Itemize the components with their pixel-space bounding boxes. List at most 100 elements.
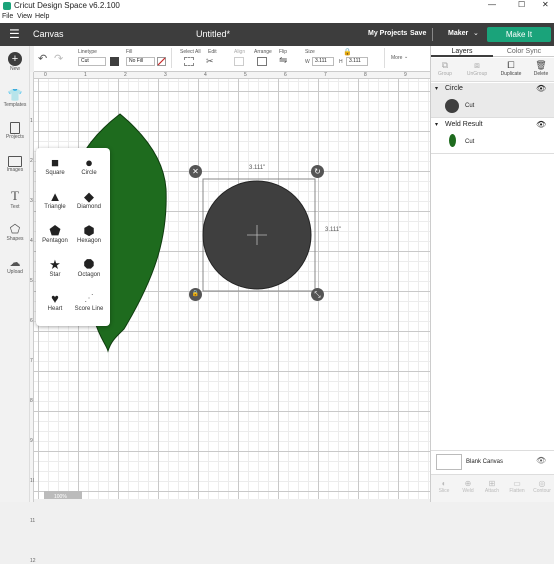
triangle-icon: ▲ [48, 189, 62, 204]
my-projects-link[interactable]: My Projects [368, 30, 407, 37]
height-input[interactable]: 3.111 [346, 57, 368, 66]
blank-canvas-swatch [436, 454, 462, 470]
sidebar-item-projects[interactable]: Projects [0, 122, 30, 140]
ungroup-icon: ⧈ [474, 60, 480, 70]
slice-button[interactable]: ◐ Slice [433, 479, 455, 494]
sidebar-item-new[interactable]: + New [0, 52, 30, 72]
resize-handle-icon[interactable]: ⤡ [311, 288, 324, 301]
width-label: W [305, 59, 310, 65]
collapse-icon[interactable]: ▾ [435, 85, 438, 92]
octagon-icon: ⯃ [83, 257, 95, 272]
layer-item[interactable]: ▾ Weld Result 👁 Cut [431, 119, 554, 154]
shape-hexagon[interactable]: ⬢ Hexagon [72, 224, 106, 245]
menu-file[interactable]: File [2, 13, 13, 20]
tab-layers[interactable]: Layers [431, 46, 493, 57]
shape-square[interactable]: ■ Square [38, 156, 72, 177]
select-all-icon[interactable] [184, 57, 194, 66]
redo-icon[interactable]: ↷ [54, 52, 63, 65]
arrange-icon[interactable] [257, 57, 267, 66]
linetype-color-swatch[interactable] [110, 57, 119, 66]
shape-label: Square [45, 170, 65, 176]
shape-circle[interactable]: ● Circle [72, 156, 106, 177]
chevron-down-icon[interactable]: ⌄ [404, 54, 408, 60]
layers-panel: Layers Color Sync ⧉ Group ⧈ UnGroup ⧠ Dupli… [430, 46, 554, 502]
layer-name: Weld Result [445, 121, 483, 128]
trash-icon: 🗑 [535, 60, 547, 70]
menu-view[interactable]: View [17, 13, 32, 20]
eye-icon[interactable]: 👁 [536, 120, 546, 129]
star-icon: ★ [49, 257, 61, 272]
height-value: 3.111 [349, 58, 361, 64]
hamburger-menu-icon[interactable]: ☰ [9, 28, 20, 40]
shape-heart[interactable]: ♥ Heart [38, 292, 72, 313]
contour-button[interactable]: ◎ Contour [530, 479, 554, 494]
attach-button[interactable]: ⊞ Attach [481, 479, 503, 494]
select-all-label: Select All [180, 49, 201, 55]
width-input[interactable]: 3.111 [312, 57, 334, 66]
group-button[interactable]: ⧉ Group [433, 60, 457, 77]
sidebar-item-templates[interactable]: 👕 Templates [0, 88, 30, 108]
weld-button[interactable]: ⊕ Weld [457, 479, 479, 494]
sidebar-label: Images [6, 167, 24, 173]
tab-color-sync[interactable]: Color Sync [493, 46, 554, 57]
edit-toolbar: ↶ ↷ Linetype Cut Fill No Fill Select All… [34, 46, 430, 72]
collapse-icon[interactable]: ▾ [435, 121, 438, 128]
flip-icon[interactable]: ⇋ [279, 55, 287, 66]
flatten-icon: ▭ [513, 479, 521, 488]
action-label: Flatten [509, 488, 525, 494]
shape-octagon[interactable]: ⯃ Octagon [72, 257, 106, 279]
sidebar-item-images[interactable]: Images [0, 156, 30, 173]
ungroup-button[interactable]: ⧈ UnGroup [463, 60, 491, 77]
shape-score-line[interactable]: ⋰ Score Line [72, 292, 106, 312]
machine-select[interactable]: Maker [448, 30, 468, 37]
eye-icon[interactable]: 👁 [536, 84, 546, 93]
document-title[interactable]: Untitled* [196, 29, 230, 39]
ruler-tick-label: 11 [30, 518, 36, 524]
edit-scissors-icon[interactable]: ✂ [206, 56, 214, 67]
more-button[interactable]: More [391, 55, 402, 61]
ruler-tick-label: 4 [30, 238, 33, 244]
lock-handle-icon[interactable]: 🔒 [189, 288, 202, 301]
ruler-tick-label: 8 [364, 72, 367, 78]
duplicate-button[interactable]: ⧠ Duplicate [497, 60, 525, 77]
shape-pentagon[interactable]: ⬟ Pentagon [38, 224, 72, 245]
close-window-button[interactable]: ✕ [542, 0, 549, 9]
sidebar-item-upload[interactable]: ☁ Upload [0, 256, 30, 275]
minimize-button[interactable]: — [488, 0, 496, 9]
align-icon[interactable] [234, 57, 244, 66]
eye-hidden-icon[interactable]: 👁 [536, 456, 546, 465]
linetype-select[interactable]: Cut [78, 57, 106, 66]
shape-triangle[interactable]: ▲ Triangle [38, 189, 72, 211]
lock-icon[interactable]: 🔒 [343, 48, 352, 56]
menu-help[interactable]: Help [35, 13, 49, 20]
ruler-tick-label: 0 [44, 72, 47, 78]
sidebar-item-text[interactable]: T Text [0, 188, 30, 210]
sidebar-label: New [9, 66, 20, 72]
ruler-tick-label: 3 [164, 72, 167, 78]
delete-button[interactable]: 🗑 Delete [529, 60, 553, 77]
undo-icon[interactable]: ↶ [38, 52, 47, 65]
no-fill-icon[interactable] [157, 57, 166, 66]
ruler-top: 012345678910 [34, 72, 450, 79]
action-label: Attach [484, 488, 500, 494]
maximize-button[interactable]: ☐ [518, 0, 525, 9]
make-it-button[interactable]: Make It [487, 27, 551, 42]
sidebar-item-shapes[interactable]: ⬠ Shapes [0, 222, 30, 242]
title-bar: Cricut Design Space v6.2.100 — ☐ ✕ [0, 0, 554, 13]
blank-canvas-row[interactable]: Blank Canvas 👁 [431, 450, 554, 472]
shape-label: Triangle [44, 204, 66, 210]
tshirt-icon: 👕 [7, 88, 23, 102]
rotate-handle-icon[interactable]: ↻ [311, 165, 324, 178]
shape-star[interactable]: ★ Star [38, 257, 72, 279]
zoom-control[interactable]: 100% [44, 491, 82, 500]
bottom-actions: ◐ Slice ⊕ Weld ⊞ Attach ▭ Flatten ◎ Contour [431, 474, 554, 502]
menu-bar: File View Help [0, 13, 554, 23]
save-button[interactable]: Save [410, 30, 426, 37]
chevron-down-icon[interactable]: ⌄ [473, 29, 479, 37]
fill-select[interactable]: No Fill [126, 57, 155, 66]
delete-handle-icon[interactable]: ✕ [189, 165, 202, 178]
shape-diamond[interactable]: ◆ Diamond [72, 190, 106, 211]
flatten-button[interactable]: ▭ Flatten [505, 479, 529, 494]
ruler-tick-label: 8 [30, 398, 33, 404]
layer-item[interactable]: ▾ Circle 👁 Cut [431, 83, 554, 118]
